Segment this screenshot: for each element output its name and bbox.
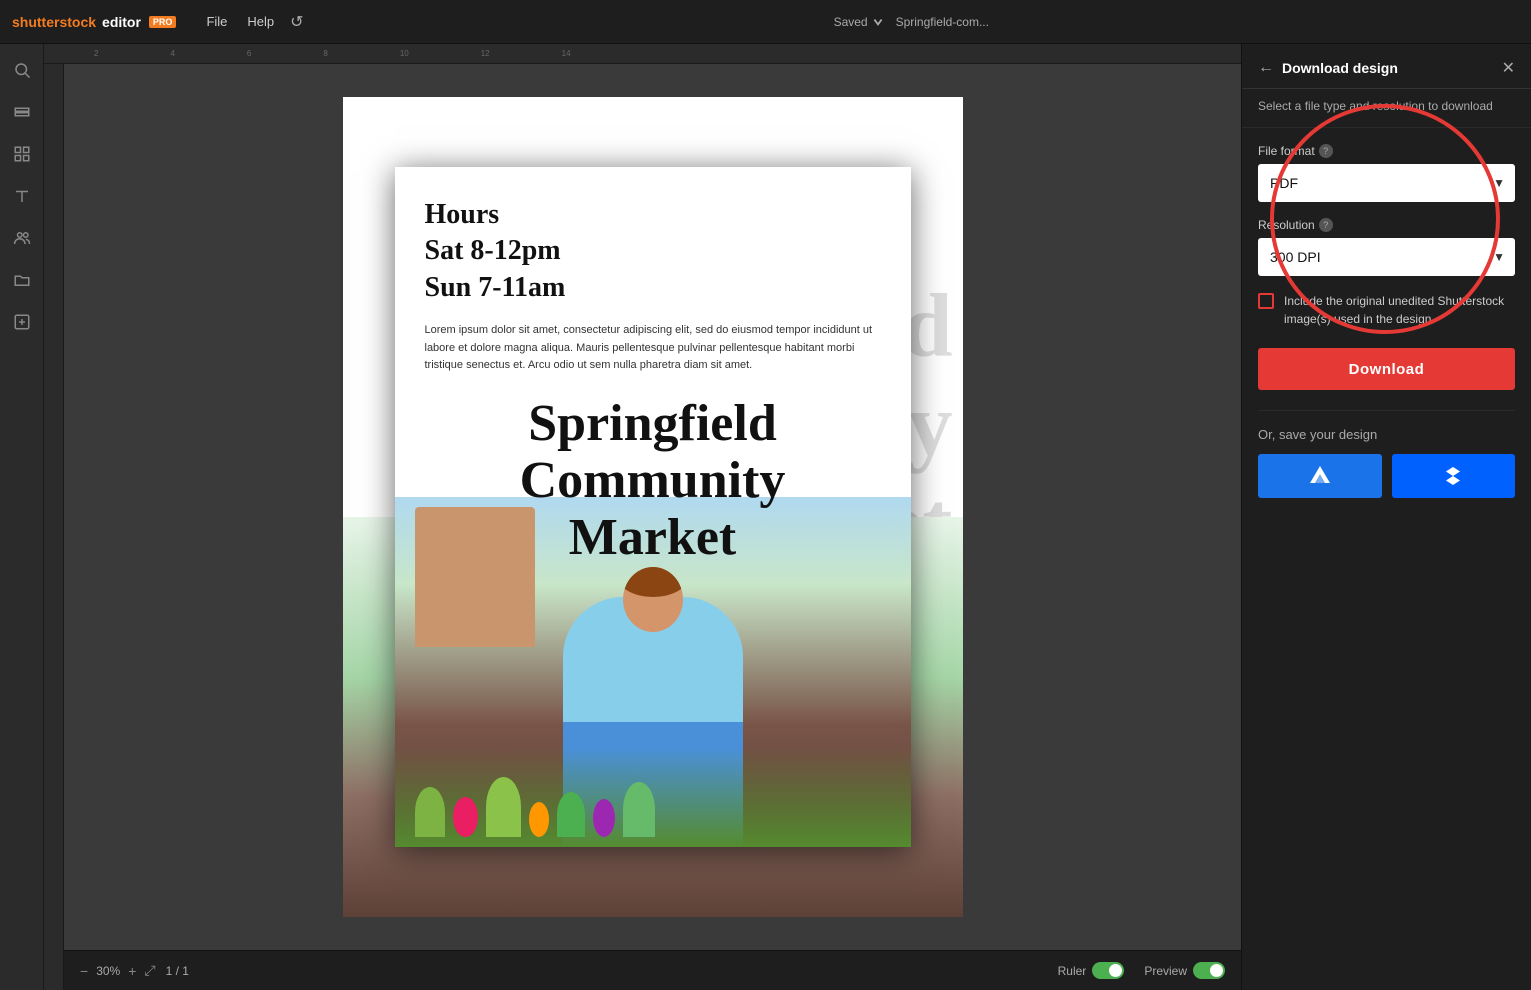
fit-screen-icon[interactable]: ⤢ bbox=[144, 962, 155, 979]
ruler-mark: 14 bbox=[556, 49, 577, 58]
canvas-content: dyet Hours Sat 8-12pm Sun 7-11am Lorem i… bbox=[64, 64, 1241, 950]
save-buttons bbox=[1258, 454, 1515, 498]
plant-1 bbox=[415, 787, 445, 837]
panel-header-left: ← Download design bbox=[1258, 59, 1398, 77]
flyer-title: Springfield Community Market bbox=[425, 395, 881, 567]
canvas-area[interactable]: 2 4 6 8 10 12 14 dyet Hours bbox=[44, 44, 1241, 990]
resolution-help-icon[interactable]: ? bbox=[1319, 218, 1333, 232]
ruler-vertical bbox=[44, 64, 64, 990]
resolution-select-wrapper: 72 DPI 150 DPI 300 DPI ▼ bbox=[1258, 238, 1515, 276]
preview-label: Preview bbox=[1144, 964, 1187, 978]
logo: shutterstock editor PRO bbox=[12, 14, 176, 30]
bottom-bar: − 30% + ⤢ 1 / 1 Ruler Preview bbox=[64, 950, 1241, 990]
ruler-marks: 2 4 6 8 10 12 14 bbox=[88, 49, 1241, 58]
logo-product: editor bbox=[102, 14, 141, 30]
topbar-nav: File Help bbox=[206, 14, 274, 29]
ruler-mark: 8 bbox=[317, 49, 333, 58]
include-original-label: Include the original unedited Shuttersto… bbox=[1284, 292, 1515, 328]
person-face bbox=[623, 567, 683, 632]
save-section: Or, save your design bbox=[1258, 410, 1515, 498]
ruler-mark: 2 bbox=[88, 49, 104, 58]
panel-back-button[interactable]: ← bbox=[1258, 59, 1274, 77]
resolution-select[interactable]: 72 DPI 150 DPI 300 DPI bbox=[1258, 238, 1515, 276]
ruler-mark: 10 bbox=[394, 49, 415, 58]
google-drive-button[interactable] bbox=[1258, 454, 1382, 498]
panel-close-button[interactable]: ✕ bbox=[1502, 58, 1515, 78]
right-panel: ← Download design ✕ Select a file type a… bbox=[1241, 44, 1531, 990]
page-indicator: 1 / 1 bbox=[166, 964, 189, 978]
dropbox-icon bbox=[1441, 464, 1465, 488]
topbar-center: Saved Springfield-com... bbox=[304, 15, 1519, 29]
resolution-label: Resolution ? bbox=[1258, 218, 1515, 232]
dropbox-button[interactable] bbox=[1392, 454, 1516, 498]
ruler-label: Ruler bbox=[1058, 964, 1087, 978]
zoom-out-button[interactable]: − bbox=[80, 963, 88, 979]
flower-2 bbox=[529, 802, 549, 837]
flower-3 bbox=[593, 799, 615, 837]
file-format-select-wrapper: PDF JPG PNG SVG ▼ bbox=[1258, 164, 1515, 202]
zoom-controls: − 30% + ⤢ bbox=[80, 962, 156, 979]
panel-header: ← Download design ✕ bbox=[1242, 44, 1531, 89]
ruler-switch[interactable] bbox=[1092, 962, 1124, 979]
save-section-label: Or, save your design bbox=[1258, 427, 1515, 442]
sidebar-grid[interactable] bbox=[4, 136, 40, 172]
plant-4 bbox=[623, 782, 655, 837]
ruler-mark: 4 bbox=[164, 49, 180, 58]
main-area: 2 4 6 8 10 12 14 dyet Hours bbox=[0, 44, 1531, 990]
flyer-body-text: Lorem ipsum dolor sit amet, consectetur … bbox=[425, 322, 881, 375]
flyer-popup: Hours Sat 8-12pm Sun 7-11am Lorem ipsum … bbox=[395, 167, 911, 847]
sidebar-add-element[interactable] bbox=[4, 304, 40, 340]
nav-help[interactable]: Help bbox=[247, 14, 274, 29]
panel-title: Download design bbox=[1282, 60, 1398, 76]
preview-switch-knob bbox=[1210, 964, 1223, 977]
file-format-label: File format ? bbox=[1258, 144, 1515, 158]
sidebar-search[interactable] bbox=[4, 52, 40, 88]
logo-pro-badge: PRO bbox=[149, 16, 177, 28]
ruler-mark: 6 bbox=[241, 49, 257, 58]
include-original-row: Include the original unedited Shuttersto… bbox=[1258, 292, 1515, 328]
file-format-select[interactable]: PDF JPG PNG SVG bbox=[1258, 164, 1515, 202]
person-hair bbox=[623, 567, 683, 597]
plant-2 bbox=[486, 777, 521, 837]
flyer-hours: Hours Sat 8-12pm Sun 7-11am bbox=[425, 197, 881, 306]
saved-status[interactable]: Saved bbox=[834, 15, 884, 29]
sidebar-users[interactable] bbox=[4, 220, 40, 256]
zoom-in-button[interactable]: + bbox=[128, 963, 136, 979]
plant-3 bbox=[557, 792, 585, 837]
flowers-area bbox=[395, 747, 911, 847]
panel-body: File format ? PDF JPG PNG SVG ▼ Resoluti… bbox=[1242, 128, 1531, 990]
ruler-mark: 12 bbox=[475, 49, 496, 58]
ruler-switch-knob bbox=[1109, 964, 1122, 977]
flower-1 bbox=[453, 797, 478, 837]
ruler-horizontal: 2 4 6 8 10 12 14 bbox=[44, 44, 1241, 64]
ruler-toggle[interactable]: Ruler bbox=[1058, 962, 1125, 979]
zoom-level: 30% bbox=[96, 964, 120, 978]
chevron-down-icon bbox=[872, 16, 884, 28]
preview-toggle[interactable]: Preview bbox=[1144, 962, 1225, 979]
nav-file[interactable]: File bbox=[206, 14, 227, 29]
panel-subtitle: Select a file type and resolution to dow… bbox=[1242, 89, 1531, 128]
undo-button[interactable]: ↺ bbox=[290, 12, 303, 32]
google-drive-icon bbox=[1308, 464, 1332, 488]
sidebar-text[interactable] bbox=[4, 178, 40, 214]
file-format-help-icon[interactable]: ? bbox=[1319, 144, 1333, 158]
include-original-checkbox[interactable] bbox=[1258, 293, 1274, 309]
left-sidebar bbox=[0, 44, 44, 990]
design-title: Springfield-com... bbox=[896, 15, 989, 29]
logo-brand: shutterstock bbox=[12, 14, 96, 30]
download-button[interactable]: Download bbox=[1258, 348, 1515, 390]
saved-label: Saved bbox=[834, 15, 868, 29]
sidebar-layers[interactable] bbox=[4, 94, 40, 130]
preview-switch[interactable] bbox=[1193, 962, 1225, 979]
topbar: shutterstock editor PRO File Help ↺ Save… bbox=[0, 0, 1531, 44]
sidebar-folder[interactable] bbox=[4, 262, 40, 298]
